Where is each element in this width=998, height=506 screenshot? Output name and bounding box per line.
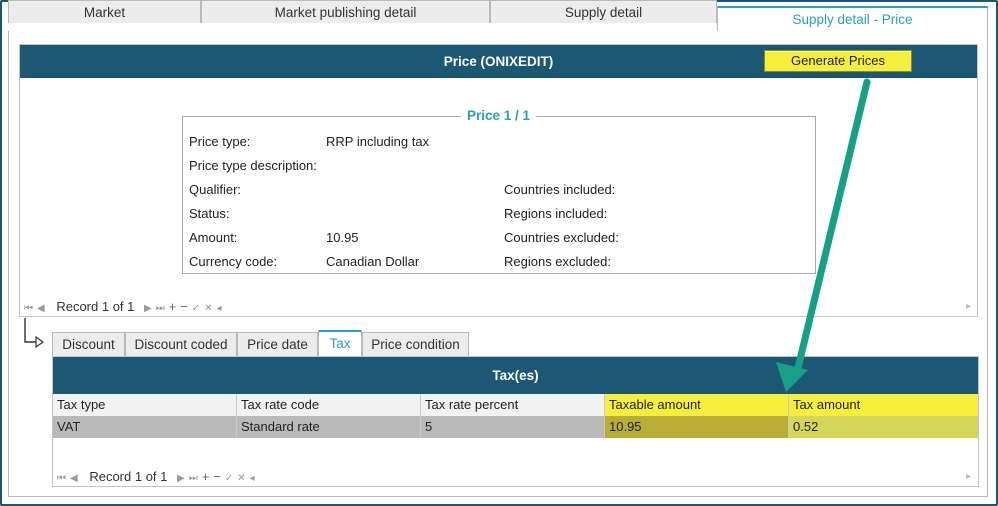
tab-label: Discount coded (134, 337, 228, 352)
tab-price-condition[interactable]: Price condition (362, 332, 469, 356)
tab-label: Discount (62, 337, 115, 352)
price-record-navigator: ⏮ ◀ Record 1 of 1 ▶ ⏭ + − ✓ ✕ ◂ (24, 298, 226, 316)
remove-record-icon[interactable]: − (180, 299, 188, 314)
tab-supply-detail[interactable]: Supply detail (490, 0, 717, 23)
tab-label: Tax (329, 336, 351, 351)
field-label-amount: Amount: (189, 230, 238, 245)
tab-label: Market (83, 5, 126, 20)
field-label-regions-excluded: Regions excluded: (504, 254, 611, 269)
first-record-icon[interactable]: ⏮ (24, 303, 33, 314)
tax-record-navigator: ⏮ ◀ Record 1 of 1 ▶ ⏭ + − ✓ ✕ ◂ (57, 468, 259, 486)
add-record-icon[interactable]: + (202, 469, 210, 484)
field-label-countries-excluded: Countries excluded: (504, 230, 619, 245)
confirm-icon[interactable]: ✓ (192, 303, 200, 314)
record-counter: Record 1 of 1 (89, 469, 168, 484)
tax-panel: Tax(es) Tax type Tax rate code Tax rate … (52, 356, 979, 487)
cancel-icon[interactable]: ✕ (237, 473, 245, 484)
column-header-taxable-amount[interactable]: Taxable amount (605, 394, 789, 416)
table-cell-taxable-amount[interactable]: 10.95 (605, 416, 789, 438)
generate-prices-button[interactable]: Generate Prices (764, 50, 912, 72)
scroll-right-icon[interactable]: ▸ (966, 301, 971, 312)
tax-panel-header: Tax(es) (53, 357, 978, 394)
field-label-status: Status: (189, 206, 230, 221)
scroll-right-icon[interactable]: ▸ (966, 471, 971, 482)
child-connector-icon (24, 318, 45, 349)
cancel-icon[interactable]: ✕ (204, 303, 212, 314)
tab-label: Supply detail - Price (792, 12, 913, 27)
price-legend: Price 1 / 1 (461, 108, 537, 123)
field-label-currency-code: Currency code: (189, 254, 278, 269)
tab-discount[interactable]: Discount (52, 332, 125, 356)
price-panel-title: Price (ONIXEDIT) (443, 54, 554, 69)
tab-price-date[interactable]: Price date (237, 332, 318, 356)
last-record-icon[interactable]: ⏭ (189, 473, 198, 484)
column-header-tax-rate-percent[interactable]: Tax rate percent (421, 394, 605, 416)
table-cell-tax-amount[interactable]: 0.52 (789, 416, 978, 438)
prev-record-icon[interactable]: ◀ (37, 303, 45, 314)
add-record-icon[interactable]: + (169, 299, 177, 314)
next-record-icon[interactable]: ▶ (144, 303, 152, 314)
prev-record-icon[interactable]: ◀ (70, 473, 78, 484)
column-header-tax-type[interactable]: Tax type (53, 394, 237, 416)
tax-panel-title: Tax(es) (492, 368, 539, 383)
scroll-left-icon[interactable]: ◂ (217, 303, 222, 314)
field-value-price-type[interactable]: RRP including tax (326, 133, 429, 151)
tab-label: Price condition (371, 337, 460, 352)
column-header-tax-rate-code[interactable]: Tax rate code (237, 394, 421, 416)
tab-supply-detail-price[interactable]: Supply detail - Price (717, 6, 988, 31)
tab-discount-coded[interactable]: Discount coded (125, 332, 237, 356)
tab-label: Market publishing detail (274, 5, 417, 20)
field-value-amount[interactable]: 10.95 (326, 229, 359, 247)
tab-label: Supply detail (564, 5, 643, 20)
table-cell-tax-rate-percent[interactable]: 5 (421, 416, 605, 438)
scroll-left-icon[interactable]: ◂ (250, 473, 255, 484)
tab-label: Price date (247, 337, 308, 352)
first-record-icon[interactable]: ⏮ (57, 473, 66, 484)
price-fieldset: Price 1 / 1 Price type: RRP including ta… (182, 108, 816, 274)
last-record-icon[interactable]: ⏭ (156, 303, 165, 314)
table-cell-tax-rate-code[interactable]: Standard rate (237, 416, 421, 438)
remove-record-icon[interactable]: − (213, 469, 221, 484)
confirm-icon[interactable]: ✓ (225, 473, 233, 484)
record-counter: Record 1 of 1 (56, 299, 135, 314)
tab-market-publishing-detail[interactable]: Market publishing detail (201, 0, 490, 23)
next-record-icon[interactable]: ▶ (177, 473, 185, 484)
column-header-tax-amount[interactable]: Tax amount (789, 394, 978, 416)
price-panel: Price (ONIXEDIT) Generate Prices Price 1… (19, 44, 978, 317)
table-cell-tax-type[interactable]: VAT (53, 416, 237, 438)
field-label-countries-included: Countries included: (504, 182, 616, 197)
field-label-qualifier: Qualifier: (189, 182, 242, 197)
field-label-price-type: Price type: (189, 134, 251, 149)
field-value-currency-code[interactable]: Canadian Dollar (326, 253, 419, 271)
tab-tax[interactable]: Tax (318, 330, 362, 357)
field-label-regions-included: Regions included: (504, 206, 608, 221)
field-label-price-type-description: Price type description: (189, 158, 317, 173)
tab-market[interactable]: Market (8, 0, 201, 23)
